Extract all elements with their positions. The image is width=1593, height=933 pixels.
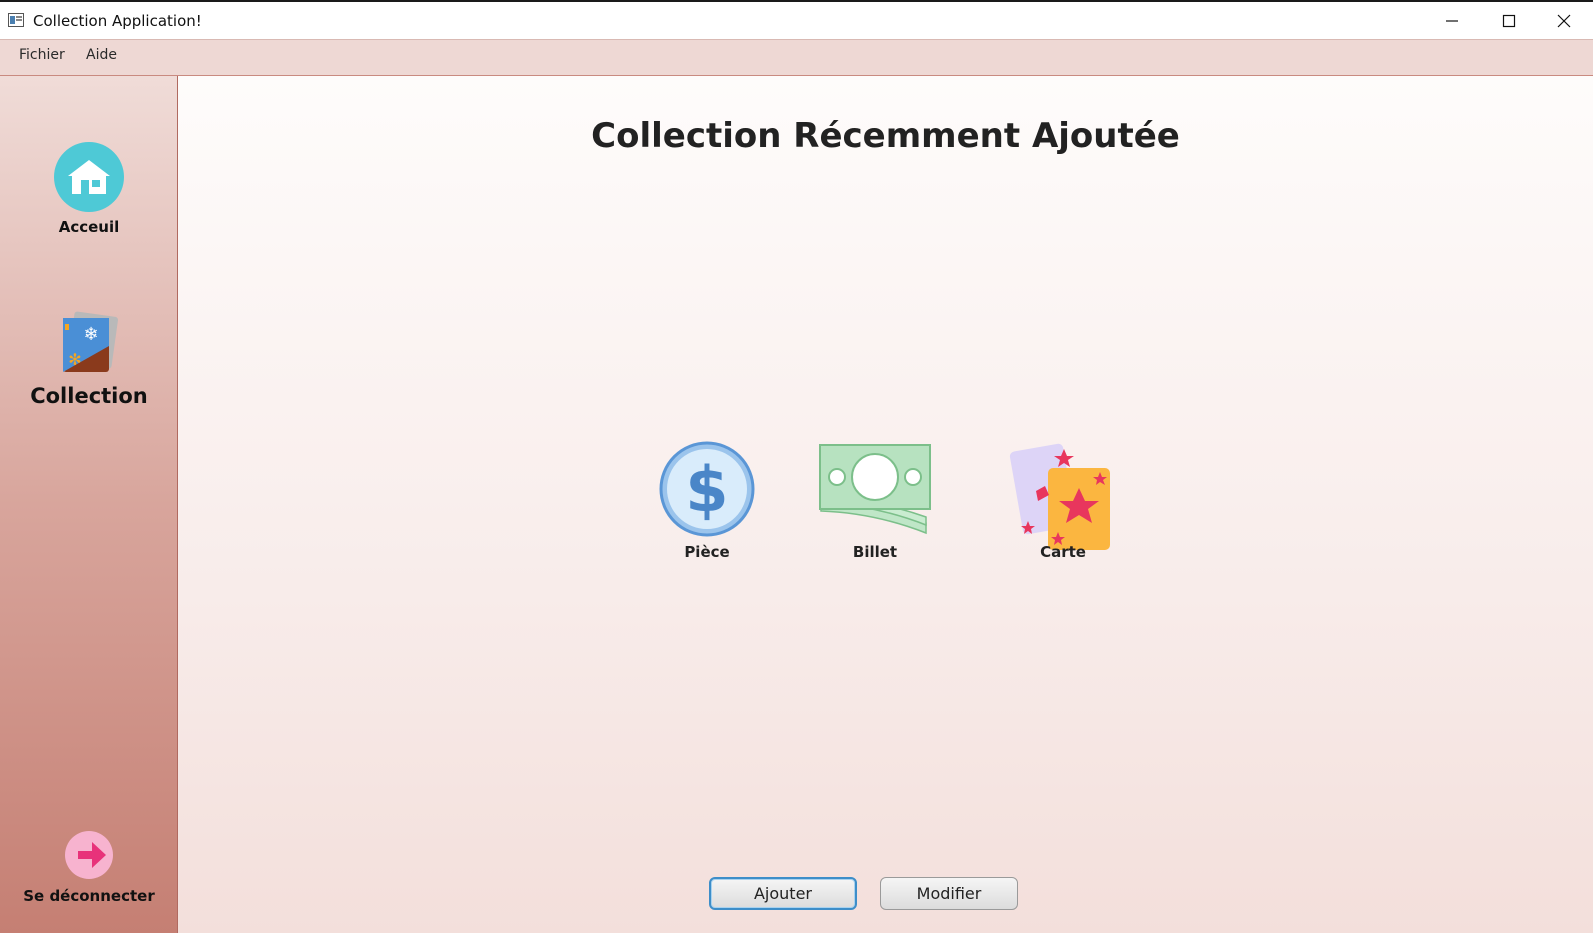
menu-aide[interactable]: Aide bbox=[86, 47, 117, 63]
window-titlebar: Collection Application! bbox=[0, 0, 1593, 39]
banknote-icon bbox=[819, 444, 931, 535]
logout-button[interactable]: Se déconnecter bbox=[0, 830, 178, 905]
window-title: Collection Application! bbox=[33, 12, 202, 30]
svg-text:✻: ✻ bbox=[68, 350, 81, 369]
svg-text:$: $ bbox=[685, 453, 728, 526]
logout-arrow-icon bbox=[65, 831, 113, 879]
sidebar-item-home-label: Acceuil bbox=[58, 218, 120, 236]
menu-bar: Fichier Aide bbox=[0, 39, 1593, 76]
sidebar-item-home[interactable]: Acceuil bbox=[0, 142, 178, 236]
minimize-icon bbox=[1446, 19, 1458, 22]
maximize-icon bbox=[1502, 14, 1516, 27]
category-piece[interactable]: $ Pièce bbox=[642, 441, 772, 561]
svg-text:❄: ❄ bbox=[83, 324, 98, 345]
category-piece-label: Pièce bbox=[684, 543, 730, 561]
page-title: Collection Récemment Ajoutée bbox=[591, 116, 1180, 156]
edit-button[interactable]: Modifier bbox=[880, 877, 1018, 910]
sidebar: Acceuil ❄ ✻ Collection Se déconnecter bbox=[0, 76, 178, 933]
logout-label: Se déconnecter bbox=[23, 887, 155, 905]
sidebar-item-collection[interactable]: ❄ ✻ Collection bbox=[0, 310, 178, 408]
menu-fichier[interactable]: Fichier bbox=[19, 47, 65, 63]
category-billet-label: Billet bbox=[852, 543, 898, 561]
add-button[interactable]: Ajouter bbox=[709, 877, 857, 910]
sidebar-item-collection-label: Collection bbox=[30, 384, 148, 408]
close-icon bbox=[1557, 14, 1571, 27]
app-icon bbox=[8, 13, 24, 27]
category-billet[interactable]: Billet bbox=[810, 441, 940, 561]
minimize-button[interactable] bbox=[1423, 2, 1481, 39]
maximize-button[interactable] bbox=[1480, 2, 1538, 39]
close-button[interactable] bbox=[1535, 2, 1593, 39]
main-content: Collection Récemment Ajoutée $ Pièce Bil… bbox=[178, 76, 1593, 933]
collection-album-icon: ❄ ✻ bbox=[63, 311, 119, 372]
home-icon bbox=[54, 142, 124, 212]
coin-icon: $ bbox=[659, 441, 755, 537]
card-icon bbox=[1009, 443, 1110, 550]
category-carte[interactable]: Carte bbox=[998, 441, 1128, 561]
